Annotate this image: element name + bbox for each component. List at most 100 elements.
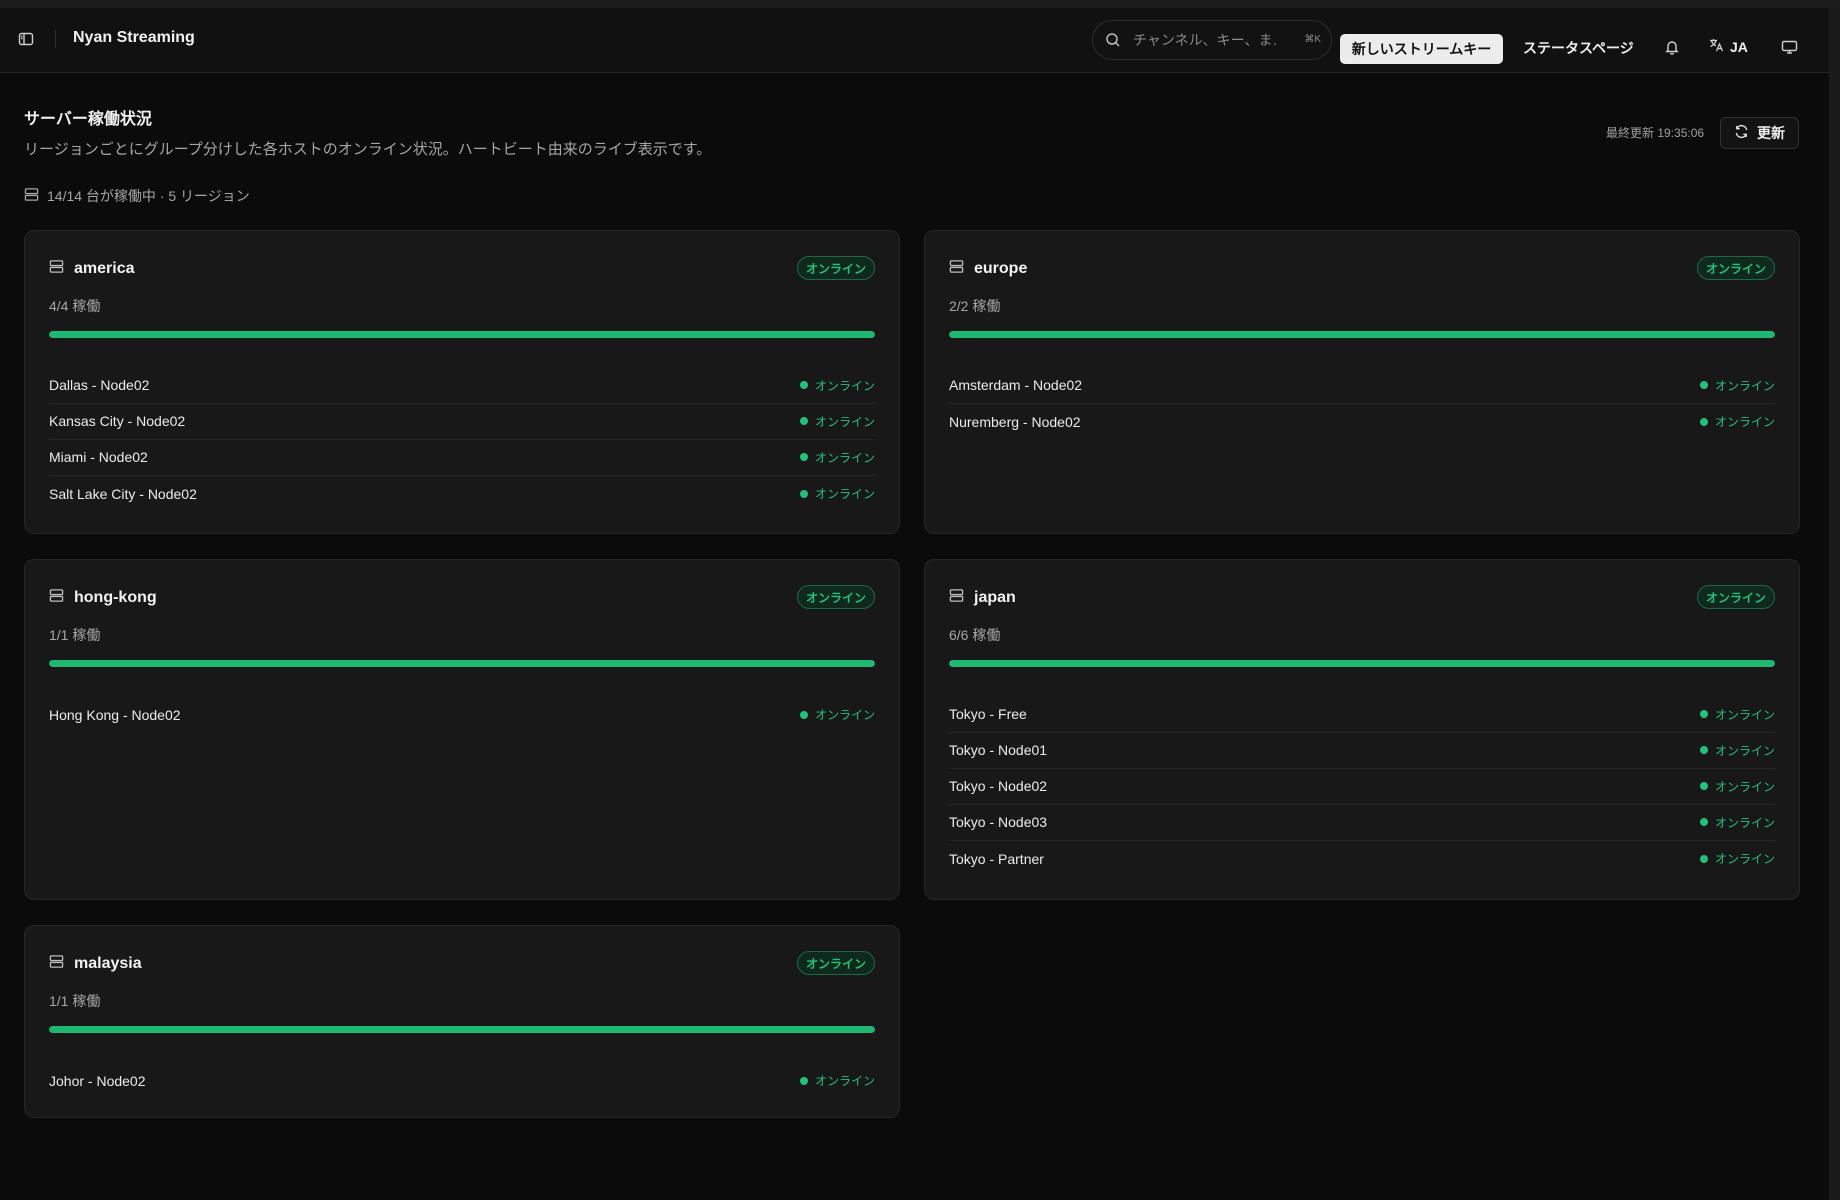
fleet-summary: 14/14 台が稼働中 · 5 リージョン	[24, 186, 250, 206]
host-status: オンライン	[799, 1072, 875, 1089]
status-dot-icon	[1699, 746, 1708, 754]
region-count: 6/6 稼働	[949, 627, 1001, 643]
region-card-japan: japan オンライン 6/6 稼働 Tokyo - Free オンライン Tok…	[924, 559, 1800, 900]
status-dot-icon	[1699, 381, 1708, 389]
host-row: Dallas - Node02 オンライン	[49, 367, 875, 404]
status-badge: オンライン	[1696, 585, 1775, 609]
host-status: オンライン	[1699, 850, 1775, 867]
host-row: Tokyo - Node03 オンライン	[949, 804, 1775, 841]
status-badge: オンライン	[796, 585, 875, 609]
host-name: Miami - Node02	[49, 449, 148, 465]
top-bar: Nyan Streaming チャンネル、キー、ま… ⌘K 新しいストリームキー…	[0, 8, 1829, 73]
host-status: オンライン	[799, 706, 875, 723]
region-name: japan	[974, 589, 1016, 606]
host-row: Nuremberg - Node02 オンライン	[949, 403, 1775, 440]
region-header: japan	[949, 588, 1016, 608]
region-name: america	[74, 260, 135, 277]
progress-bar	[949, 660, 1775, 667]
status-dot-icon	[1699, 417, 1708, 426]
new-stream-key-button[interactable]: 新しいストリームキー	[1340, 34, 1503, 64]
host-name: Tokyo - Free	[949, 706, 1027, 722]
translate-icon	[1708, 37, 1724, 56]
host-row: Amsterdam - Node02 オンライン	[949, 367, 1775, 404]
host-status: オンライン	[799, 413, 875, 430]
search-input[interactable]: チャンネル、キー、ま… ⌘K	[1092, 20, 1332, 60]
progress-bar-fill	[49, 1026, 875, 1033]
bell-icon[interactable]	[1664, 39, 1680, 55]
host-row: Hong Kong - Node02 オンライン	[49, 696, 875, 733]
progress-bar-fill	[49, 331, 875, 338]
region-card-europe: europe オンライン 2/2 稼働 Amsterdam - Node02 オン…	[924, 230, 1800, 534]
refresh-label: 更新	[1757, 125, 1785, 141]
status-dot-icon	[799, 381, 808, 389]
host-list: Johor - Node02 オンライン	[49, 1062, 875, 1099]
host-name: Dallas - Node02	[49, 377, 150, 393]
host-status: オンライン	[1699, 814, 1775, 831]
sidebar-toggle-icon[interactable]	[18, 31, 34, 47]
server-icon	[49, 588, 64, 608]
language-label: JA	[1730, 38, 1748, 55]
monitor-icon[interactable]	[1781, 39, 1798, 55]
host-list: Dallas - Node02 オンライン Kansas City - Node0…	[49, 367, 875, 512]
host-row: Salt Lake City - Node02 オンライン	[49, 475, 875, 512]
server-icon	[49, 259, 64, 279]
server-icon	[949, 259, 964, 279]
progress-bar	[49, 660, 875, 667]
status-page-link[interactable]: ステータスページ	[1523, 38, 1634, 58]
host-name: Tokyo - Node03	[949, 814, 1048, 830]
page-subtitle: リージョンごとにグループ分けした各ホストのオンライン状況。ハートビート由来のライ…	[24, 141, 712, 158]
progress-bar-fill	[949, 660, 1775, 667]
host-status: オンライン	[1699, 413, 1775, 430]
host-status-label: オンライン	[814, 487, 875, 501]
host-status-label: オンライン	[1714, 815, 1775, 830]
host-status-label: オンライン	[1714, 779, 1775, 794]
host-row: Tokyo - Free オンライン	[949, 696, 1775, 733]
host-status: オンライン	[799, 377, 875, 394]
host-status-label: オンライン	[1714, 378, 1775, 393]
host-row: Kansas City - Node02 オンライン	[49, 403, 875, 440]
host-status-label: オンライン	[1714, 707, 1775, 722]
host-list: Amsterdam - Node02 オンライン Nuremberg - Node…	[949, 367, 1775, 440]
search-icon	[1105, 32, 1121, 48]
status-dot-icon	[1699, 854, 1708, 863]
host-status-label: オンライン	[814, 1074, 875, 1088]
host-name: Tokyo - Node02	[949, 778, 1048, 794]
host-status: オンライン	[1699, 377, 1775, 394]
refresh-button[interactable]: 更新	[1720, 117, 1799, 149]
host-name: Tokyo - Partner	[949, 850, 1044, 867]
host-status: オンライン	[799, 485, 875, 502]
status-badge: オンライン	[1696, 256, 1775, 280]
host-name: Nuremberg - Node02	[949, 413, 1081, 430]
host-name: Salt Lake City - Node02	[49, 485, 197, 502]
status-dot-icon	[799, 453, 808, 461]
region-count: 1/1 稼働	[49, 627, 101, 643]
host-list: Tokyo - Free オンライン Tokyo - Node01 オンライン To…	[949, 696, 1775, 877]
page-title: サーバー稼働状況	[24, 111, 152, 128]
host-status: オンライン	[1699, 778, 1775, 795]
region-count: 2/2 稼働	[949, 298, 1001, 314]
server-icon	[24, 187, 39, 205]
status-badge: オンライン	[796, 256, 875, 280]
status-badge: オンライン	[796, 951, 875, 975]
host-row: Tokyo - Partner オンライン	[949, 840, 1775, 877]
language-switcher[interactable]: JA	[1708, 37, 1748, 56]
host-name: Hong Kong - Node02	[49, 706, 181, 723]
server-icon	[49, 954, 64, 974]
host-row: Johor - Node02 オンライン	[49, 1062, 875, 1099]
region-card-hong-kong: hong-kong オンライン 1/1 稼働 Hong Kong - Node0…	[24, 559, 900, 900]
host-status-label: オンライン	[1714, 415, 1775, 429]
region-name: hong-kong	[74, 589, 157, 606]
scrollbar-track[interactable]	[1829, 8, 1840, 1200]
host-status-label: オンライン	[1714, 743, 1775, 758]
host-status: オンライン	[799, 449, 875, 466]
host-name: Tokyo - Node01	[949, 742, 1048, 758]
status-dot-icon	[799, 710, 808, 719]
region-card-america: america オンライン 4/4 稼働 Dallas - Node02 オンライ…	[24, 230, 900, 534]
search-placeholder: チャンネル、キー、ま…	[1133, 32, 1278, 48]
summary-text: 14/14 台が稼働中 · 5 リージョン	[47, 188, 250, 204]
host-row: Tokyo - Node02 オンライン	[949, 768, 1775, 805]
server-icon	[949, 588, 964, 608]
progress-bar	[49, 1026, 875, 1033]
window-top-strip	[0, 0, 1840, 8]
region-header: malaysia	[49, 954, 142, 974]
